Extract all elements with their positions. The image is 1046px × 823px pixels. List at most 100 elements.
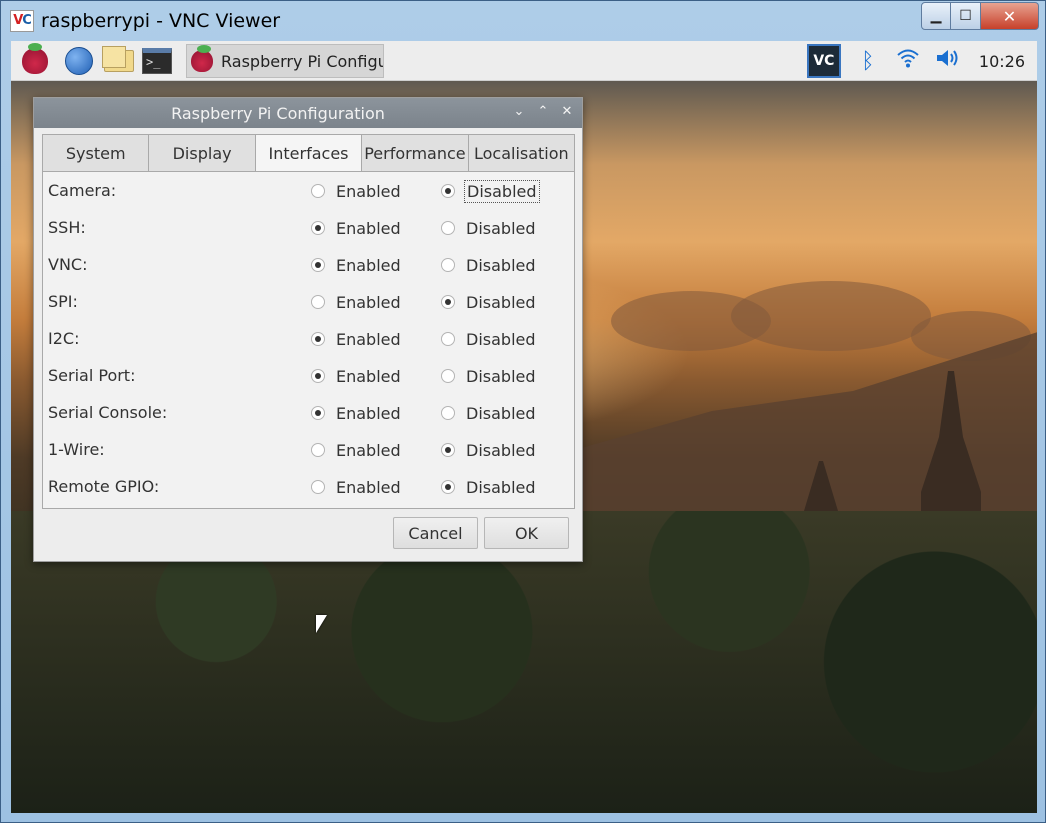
tab-display[interactable]: Display	[148, 134, 255, 172]
bluetooth-icon[interactable]: ᛒ	[855, 49, 881, 74]
system-tray: VC ᛒ 10:26	[806, 41, 1037, 81]
volume-icon[interactable]	[935, 47, 961, 75]
setting-row-serial-console: Serial Console: Enabled Disabled	[43, 395, 574, 432]
radio-icon	[311, 480, 325, 494]
radio-selected-icon	[441, 443, 455, 457]
tab-performance[interactable]: Performance	[361, 134, 468, 172]
setting-row-camera: Camera: Enabled Disabled	[43, 173, 574, 210]
vnc-logo-icon: VC	[10, 10, 34, 32]
browser-launcher[interactable]	[63, 45, 95, 77]
radio-selected-icon	[441, 480, 455, 494]
vnc-server-icon[interactable]: VC	[806, 44, 841, 78]
mouse-pointer-icon	[316, 615, 327, 633]
setting-label: Serial Port:	[48, 366, 136, 385]
setting-label: VNC:	[48, 255, 88, 274]
setting-row-remote-gpio: Remote GPIO: Enabled Disabled	[43, 469, 574, 506]
file-manager-launcher[interactable]	[102, 45, 135, 77]
window-title: raspberrypi - VNC Viewer	[41, 10, 281, 32]
radio-selected-icon	[441, 295, 455, 309]
wallpaper-cloud	[731, 281, 931, 351]
setting-row-serial-port: Serial Port: Enabled Disabled	[43, 358, 574, 395]
terminal-launcher[interactable]: >_	[141, 45, 173, 77]
setting-row-i2c: I2C: Enabled Disabled	[43, 321, 574, 358]
radio-icon	[311, 295, 325, 309]
radio-selected-icon	[311, 332, 325, 346]
enabled-radio[interactable]: Enabled	[311, 401, 403, 425]
setting-label: I2C:	[48, 329, 80, 348]
radio-icon	[311, 443, 325, 457]
radio-selected-icon	[441, 184, 455, 198]
disabled-radio[interactable]: Disabled	[441, 216, 538, 240]
enabled-radio[interactable]: Enabled	[311, 290, 403, 314]
terminal-icon: >_	[142, 48, 172, 74]
vnc-titlebar[interactable]: VC raspberrypi - VNC Viewer ▁ ☐ ✕	[1, 1, 1045, 41]
clock[interactable]: 10:26	[979, 52, 1025, 71]
minimize-icon: ▁	[930, 8, 942, 24]
setting-label: 1-Wire:	[48, 440, 105, 459]
tab-system[interactable]: System	[42, 134, 149, 172]
dialog-titlebar[interactable]: Raspberry Pi Configuration ⌄ ⌃ ✕	[34, 98, 582, 128]
wifi-icon[interactable]	[895, 47, 921, 75]
raspberry-icon	[22, 43, 48, 74]
disabled-radio[interactable]: Disabled	[441, 290, 538, 314]
raspberry-pi-configuration-dialog: Raspberry Pi Configuration ⌄ ⌃ ✕ System …	[33, 97, 583, 562]
chevron-down-icon[interactable]: ⌄	[510, 103, 528, 121]
tab-interfaces[interactable]: Interfaces	[254, 134, 362, 172]
disabled-radio[interactable]: Disabled	[441, 401, 538, 425]
close-icon[interactable]: ✕	[558, 103, 576, 121]
radio-selected-icon	[311, 258, 325, 272]
disabled-radio[interactable]: Disabled	[441, 327, 538, 351]
disabled-radio[interactable]: Disabled	[441, 179, 540, 203]
enabled-radio[interactable]: Enabled	[311, 475, 403, 499]
setting-row-spi: SPI: Enabled Disabled	[43, 284, 574, 321]
disabled-radio[interactable]: Disabled	[441, 438, 538, 462]
raspberry-icon	[191, 45, 213, 72]
dialog-title: Raspberry Pi Configuration	[171, 104, 385, 123]
maximize-icon: ☐	[959, 8, 972, 24]
setting-label: Remote GPIO:	[48, 477, 160, 496]
minimize-button[interactable]: ▁	[921, 2, 951, 30]
chevron-up-icon[interactable]: ⌃	[534, 103, 552, 121]
pi-taskbar: >_ Raspberry Pi Configu... VC ᛒ 10:26	[11, 41, 1037, 81]
enabled-radio[interactable]: Enabled	[311, 253, 403, 277]
setting-row-vnc: VNC: Enabled Disabled	[43, 247, 574, 284]
radio-selected-icon	[311, 369, 325, 383]
taskbar-window-label: Raspberry Pi Configu...	[221, 51, 383, 71]
enabled-radio[interactable]: Enabled	[311, 179, 403, 203]
tab-localisation[interactable]: Localisation	[467, 134, 576, 172]
raspberry-menu-button[interactable]	[19, 43, 51, 77]
cancel-button[interactable]: Cancel	[393, 517, 478, 549]
setting-row-1-wire: 1-Wire: Enabled Disabled	[43, 432, 574, 469]
remote-desktop[interactable]: >_ Raspberry Pi Configu... VC ᛒ 10:26 Ra…	[11, 41, 1037, 813]
radio-icon	[441, 258, 455, 272]
enabled-radio[interactable]: Enabled	[311, 327, 403, 351]
radio-selected-icon	[311, 406, 325, 420]
setting-label: Camera:	[48, 181, 117, 200]
folder-icon	[102, 46, 134, 72]
ok-button[interactable]: OK	[484, 517, 569, 549]
maximize-button[interactable]: ☐	[951, 2, 981, 30]
interfaces-panel: Camera: Enabled Disabled SSH: Enabled Di…	[42, 171, 575, 509]
setting-label: SPI:	[48, 292, 78, 311]
setting-label: Serial Console:	[48, 403, 168, 422]
taskbar-window-button[interactable]: Raspberry Pi Configu...	[186, 44, 384, 78]
globe-icon	[65, 47, 93, 75]
setting-label: SSH:	[48, 218, 86, 237]
enabled-radio[interactable]: Enabled	[311, 438, 403, 462]
close-icon: ✕	[1002, 6, 1017, 26]
enabled-radio[interactable]: Enabled	[311, 364, 403, 388]
radio-selected-icon	[311, 221, 325, 235]
disabled-radio[interactable]: Disabled	[441, 475, 538, 499]
close-button[interactable]: ✕	[981, 2, 1039, 30]
radio-icon	[441, 369, 455, 383]
enabled-radio[interactable]: Enabled	[311, 216, 403, 240]
radio-icon	[441, 406, 455, 420]
window-controls: ▁ ☐ ✕	[921, 2, 1039, 30]
radio-icon	[441, 332, 455, 346]
vnc-viewer-window: VC raspberrypi - VNC Viewer ▁ ☐ ✕ >_ Ras…	[0, 0, 1046, 823]
disabled-radio[interactable]: Disabled	[441, 253, 538, 277]
disabled-radio[interactable]: Disabled	[441, 364, 538, 388]
radio-icon	[311, 184, 325, 198]
tab-bar: System Display Interfaces Performance Lo…	[42, 134, 576, 172]
setting-row-ssh: SSH: Enabled Disabled	[43, 210, 574, 247]
